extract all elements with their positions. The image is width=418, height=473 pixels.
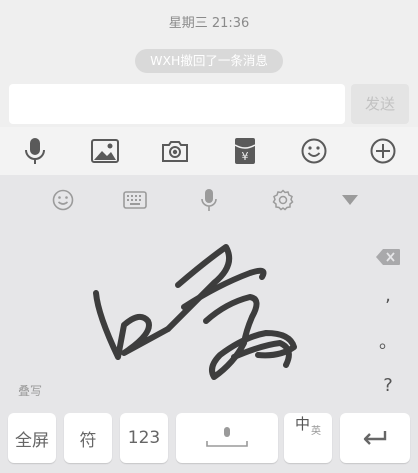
question-key[interactable]: ? bbox=[358, 365, 418, 405]
language-switch-key[interactable]: 中 英 bbox=[284, 413, 332, 463]
handwriting-stroke bbox=[203, 294, 297, 380]
handwriting-stroke bbox=[93, 290, 171, 360]
handwriting-canvas[interactable] bbox=[0, 225, 360, 411]
camera-icon[interactable] bbox=[160, 137, 190, 165]
chat-area: 星期三 21:36 WXH撤回了一条消息 发送 bbox=[0, 0, 418, 127]
numbers-key[interactable]: 123 bbox=[120, 413, 168, 463]
space-key[interactable] bbox=[176, 413, 278, 463]
symbol-key[interactable]: 符 bbox=[64, 413, 112, 463]
lang-main-label: 中 bbox=[294, 415, 310, 433]
emoji-icon[interactable] bbox=[299, 137, 329, 165]
keyboard-top-bar bbox=[0, 175, 418, 225]
overlap-mode-label[interactable]: 叠写 bbox=[18, 382, 42, 399]
lang-sub-label: 英 bbox=[311, 426, 321, 437]
space-voice-icon bbox=[206, 427, 248, 447]
collapse-icon[interactable] bbox=[337, 188, 363, 212]
message-timestamp: 星期三 21:36 bbox=[168, 16, 250, 31]
chat-toolbar: ¥ bbox=[0, 127, 418, 175]
handwriting-keyboard: 叠写 , 。 ? 全屏 符 123 中 英 bbox=[0, 175, 418, 473]
keyboard-bottom-row: 全屏 符 123 中 英 bbox=[0, 413, 418, 471]
period-key[interactable]: 。 bbox=[358, 321, 418, 361]
microphone-icon[interactable] bbox=[196, 188, 222, 212]
plus-icon[interactable] bbox=[368, 137, 398, 165]
send-button[interactable]: 发送 bbox=[351, 84, 409, 124]
enter-key[interactable] bbox=[340, 413, 410, 463]
microphone-icon[interactable] bbox=[20, 137, 50, 165]
comma-key[interactable]: , bbox=[358, 275, 418, 315]
image-icon[interactable] bbox=[90, 137, 120, 165]
keyboard-icon[interactable] bbox=[122, 188, 148, 212]
fullscreen-key[interactable]: 全屏 bbox=[8, 413, 56, 463]
emoji-icon[interactable] bbox=[50, 188, 76, 212]
enter-icon bbox=[363, 431, 387, 445]
settings-icon[interactable] bbox=[270, 188, 296, 212]
svg-text:¥: ¥ bbox=[242, 150, 249, 163]
backspace-key[interactable] bbox=[358, 237, 418, 277]
recall-notice: WXH撤回了一条消息 bbox=[135, 49, 283, 73]
message-input[interactable] bbox=[9, 84, 345, 124]
red-packet-icon[interactable]: ¥ bbox=[230, 137, 260, 165]
